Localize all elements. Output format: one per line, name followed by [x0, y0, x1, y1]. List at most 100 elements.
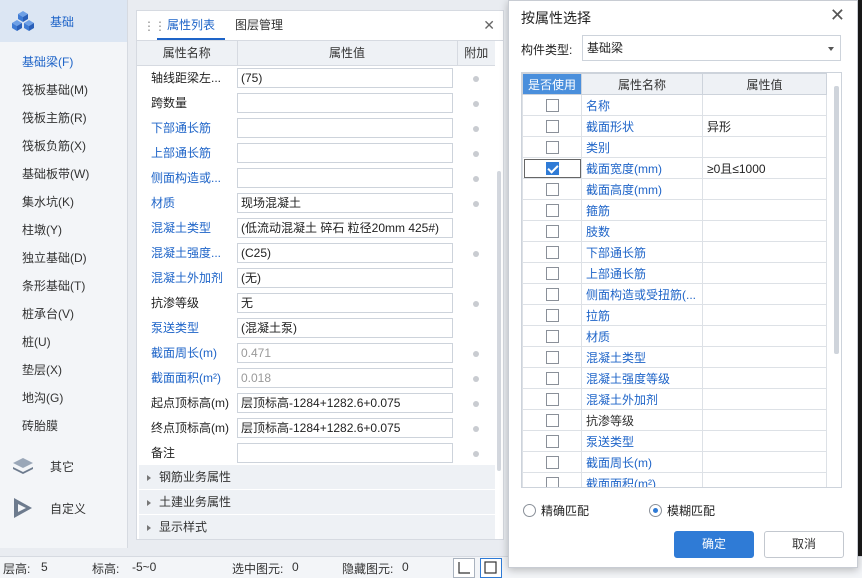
- extra-dot-icon[interactable]: [473, 300, 479, 307]
- filter-property-value[interactable]: [702, 451, 827, 473]
- property-row[interactable]: 混凝土类型 (低流动混凝土 碎石 粒径20mm 425#): [137, 215, 495, 241]
- use-checkbox[interactable]: [545, 456, 559, 470]
- filter-row[interactable]: 侧面构造或受扭筋(...: [522, 283, 827, 305]
- extra-dot-icon[interactable]: [473, 175, 479, 182]
- sidebar-item[interactable]: 筏板负筋(X): [0, 132, 127, 160]
- cancel-button[interactable]: 取消: [764, 531, 844, 558]
- filter-row[interactable]: 抗渗等级: [522, 409, 827, 431]
- filter-row[interactable]: 材质: [522, 325, 827, 347]
- filter-row[interactable]: 名称: [522, 94, 827, 116]
- filter-property-value[interactable]: [702, 94, 827, 116]
- filter-property-value[interactable]: [702, 367, 827, 389]
- property-row[interactable]: 截面面积(m²) 0.018: [137, 365, 495, 391]
- extra-dot-icon[interactable]: [473, 75, 479, 82]
- sidebar-item[interactable]: 桩承台(V): [0, 300, 127, 328]
- use-checkbox[interactable]: [545, 162, 559, 176]
- property-row[interactable]: 轴线距梁左... (75): [137, 65, 495, 91]
- use-checkbox[interactable]: [545, 204, 559, 218]
- filter-property-value[interactable]: [702, 430, 827, 452]
- property-row[interactable]: 混凝土强度... (C25): [137, 240, 495, 266]
- property-value-input[interactable]: (75): [237, 67, 453, 88]
- property-row[interactable]: 材质 现场混凝土: [137, 190, 495, 216]
- property-value-input[interactable]: 现场混凝土: [237, 192, 453, 213]
- filter-property-value[interactable]: [702, 262, 827, 284]
- grid-scrollbar[interactable]: [834, 86, 839, 354]
- use-checkbox[interactable]: [545, 351, 559, 365]
- extra-dot-icon[interactable]: [473, 450, 479, 457]
- property-value-input[interactable]: [237, 442, 453, 463]
- extra-dot-icon[interactable]: [473, 400, 479, 407]
- property-row[interactable]: 下部通长筋: [137, 115, 495, 141]
- panel-scrollbar[interactable]: [497, 171, 501, 471]
- use-checkbox[interactable]: [545, 393, 559, 407]
- property-value-input[interactable]: 0.471: [237, 342, 453, 363]
- section-display-style[interactable]: 显示样式: [139, 515, 495, 539]
- section-rebar-properties[interactable]: 钢筋业务属性: [139, 465, 495, 489]
- filter-property-value[interactable]: [702, 241, 827, 263]
- snap-toggle-button[interactable]: [480, 558, 502, 578]
- extra-dot-icon[interactable]: [473, 250, 479, 257]
- sidebar-item[interactable]: 基础梁(F): [0, 48, 127, 76]
- component-type-select[interactable]: 基础梁: [582, 35, 841, 61]
- sidebar-item[interactable]: 地沟(G): [0, 384, 127, 412]
- sidebar-group-other[interactable]: 其它: [0, 445, 120, 487]
- extra-dot-icon[interactable]: [473, 200, 479, 207]
- filter-property-value[interactable]: ≥0且≤1000: [702, 157, 827, 179]
- filter-property-value[interactable]: [702, 388, 827, 410]
- property-value-input[interactable]: (混凝土泵): [237, 317, 453, 338]
- property-value-input[interactable]: 0.018: [237, 367, 453, 388]
- filter-row[interactable]: 截面周长(m): [522, 451, 827, 473]
- filter-row[interactable]: 截面形状 异形: [522, 115, 827, 137]
- extra-dot-icon[interactable]: [473, 350, 479, 357]
- sidebar-item[interactable]: 筏板基础(M): [0, 76, 127, 104]
- filter-row[interactable]: 混凝土强度等级: [522, 367, 827, 389]
- property-row[interactable]: 跨数量: [137, 90, 495, 116]
- close-icon[interactable]: ✕: [483, 17, 495, 34]
- use-checkbox[interactable]: [545, 246, 559, 260]
- fuzzy-match-radio[interactable]: [649, 504, 662, 517]
- filter-row[interactable]: 上部通长筋: [522, 262, 827, 284]
- filter-property-value[interactable]: [702, 178, 827, 200]
- filter-property-value[interactable]: [702, 283, 827, 305]
- property-value-input[interactable]: [237, 117, 453, 138]
- property-row[interactable]: 终点顶标高(m) 层顶标高-1284+1282.6+0.075: [137, 415, 495, 441]
- property-value-input[interactable]: (低流动混凝土 碎石 粒径20mm 425#): [237, 217, 453, 238]
- property-value-input[interactable]: 层顶标高-1284+1282.6+0.075: [237, 417, 453, 438]
- filter-row[interactable]: 泵送类型: [522, 430, 827, 452]
- sidebar-item[interactable]: 桩(U): [0, 328, 127, 356]
- section-civil-properties[interactable]: 土建业务属性: [139, 490, 495, 514]
- filter-row[interactable]: 肢数: [522, 220, 827, 242]
- sidebar-item[interactable]: 垫层(X): [0, 356, 127, 384]
- sidebar-item[interactable]: 条形基础(T): [0, 272, 127, 300]
- property-row[interactable]: 截面周长(m) 0.471: [137, 340, 495, 366]
- use-checkbox[interactable]: [545, 288, 559, 302]
- property-value-input[interactable]: 无: [237, 292, 453, 313]
- sidebar-item[interactable]: 筏板主筋(R): [0, 104, 127, 132]
- use-checkbox[interactable]: [545, 330, 559, 344]
- filter-row[interactable]: 截面面积(m²): [522, 472, 827, 487]
- extra-dot-icon[interactable]: [473, 375, 479, 382]
- filter-property-value[interactable]: [702, 409, 827, 431]
- sidebar-item[interactable]: 集水坑(K): [0, 188, 127, 216]
- extra-dot-icon[interactable]: [473, 150, 479, 157]
- use-checkbox[interactable]: [545, 99, 559, 113]
- filter-property-value[interactable]: [702, 472, 827, 487]
- property-value-input[interactable]: 层顶标高-1284+1282.6+0.075: [237, 392, 453, 413]
- property-value-input[interactable]: (无): [237, 267, 453, 288]
- extra-dot-icon[interactable]: [473, 125, 479, 132]
- filter-row[interactable]: 截面高度(mm): [522, 178, 827, 200]
- use-checkbox[interactable]: [545, 120, 559, 134]
- property-row[interactable]: 上部通长筋: [137, 140, 495, 166]
- sidebar-item[interactable]: 独立基础(D): [0, 244, 127, 272]
- filter-row[interactable]: 拉筋: [522, 304, 827, 326]
- tab-layer-management[interactable]: 图层管理: [225, 11, 293, 40]
- property-row[interactable]: 抗渗等级无: [137, 290, 495, 316]
- filter-row[interactable]: 混凝土类型: [522, 346, 827, 368]
- filter-row[interactable]: 下部通长筋: [522, 241, 827, 263]
- sidebar-group-foundation[interactable]: 基础: [0, 0, 127, 42]
- filter-row[interactable]: 混凝土外加剂: [522, 388, 827, 410]
- property-value-input[interactable]: (C25): [237, 242, 453, 263]
- sidebar-item[interactable]: 砖胎膜: [0, 412, 127, 440]
- sidebar-item[interactable]: 基础板带(W): [0, 160, 127, 188]
- property-row[interactable]: 泵送类型 (混凝土泵): [137, 315, 495, 341]
